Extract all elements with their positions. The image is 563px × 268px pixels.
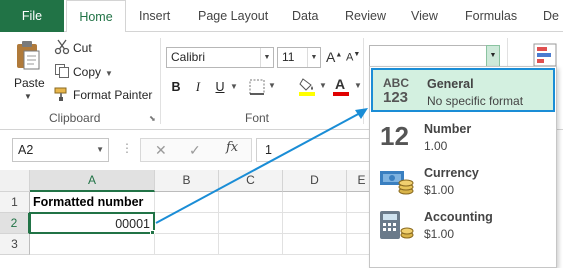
tab-page-layout[interactable]: Page Layout [198,0,268,32]
format-option-name: Accounting [424,210,493,224]
number-format-box[interactable] [369,45,499,68]
paste-dropdown-icon[interactable]: ▼ [24,92,32,101]
format-option-sample: $1.00 [424,183,455,197]
tab-developer[interactable]: De [543,0,559,32]
format-painter-label: Format Painter [73,88,153,102]
formula-input[interactable]: 1 [256,138,371,162]
name-box[interactable]: A2 ▼ [12,138,109,162]
cell-d3[interactable] [283,234,347,255]
cut-label: Cut [73,41,92,55]
copy-button[interactable]: Copy ▼ [54,63,113,81]
enter-icon[interactable]: ✓ [189,139,201,161]
column-header-a[interactable]: A [30,170,155,192]
format-option-sample: No specific format [427,94,524,108]
tab-review[interactable]: Review [345,0,386,32]
font-color-dropdown-icon[interactable]: ▼ [354,81,362,90]
bold-button[interactable]: B [168,77,184,97]
format-option-name: Currency [424,166,479,180]
format-option-sample: 1.00 [424,139,448,153]
cell-a2[interactable]: 00001 [29,212,155,234]
grow-font-button[interactable]: A▲ [326,49,342,65]
column-header-c[interactable]: C [219,170,283,192]
row-header-3[interactable]: 3 [0,234,30,255]
italic-button[interactable]: I [190,77,206,97]
format-option-general[interactable]: ABC 123 General No specific format [371,68,555,112]
underline-dropdown-icon[interactable]: ▼ [229,77,239,97]
borders-dropdown-icon[interactable]: ▼ [268,81,276,90]
group-divider [160,38,161,124]
cell-b3[interactable] [155,234,219,255]
cut-button[interactable]: Cut [54,39,92,57]
cell-c1[interactable] [219,192,283,213]
cancel-icon[interactable]: ✕ [155,139,167,161]
font-color-bar [333,92,349,96]
copy-icon [55,64,69,78]
format-painter-button[interactable]: Format Painter [54,86,152,104]
insert-function-icon[interactable]: fx [226,140,238,155]
general-icon: ABC 123 [383,76,409,106]
shrink-font-button[interactable]: A▼ [346,51,360,64]
cell-d2[interactable] [283,213,347,234]
tab-file[interactable]: File [0,0,64,32]
font-name-dropdown-icon[interactable]: ▼ [260,48,273,67]
name-box-value: A2 [18,143,34,157]
format-option-name: Number [424,122,472,136]
accounting-icon [380,211,414,239]
font-color-button[interactable]: A ▼ [333,76,365,98]
font-group-label: Font [245,111,270,125]
font-size-value: 11 [282,50,295,64]
copy-dropdown-icon[interactable]: ▼ [105,69,113,78]
scissors-icon [54,39,70,55]
number-format-dropdown-icon[interactable]: ▼ [486,45,500,67]
cell-b1[interactable] [155,192,219,213]
fill-color-dropdown-icon[interactable]: ▼ [319,81,327,90]
number-icon: 12 [380,121,409,151]
cell-c2[interactable] [219,213,283,234]
format-option-name: General [427,77,474,91]
paste-button[interactable]: Paste [14,76,45,90]
underline-button[interactable]: U [212,77,228,97]
tab-view[interactable]: View [411,0,438,32]
name-box-dropdown-icon[interactable]: ▼ [96,139,104,161]
paste-icon[interactable] [15,40,41,70]
cell-b2[interactable] [155,213,219,234]
tab-home[interactable]: Home [66,0,126,33]
clipboard-launcher-icon[interactable]: ⬊ [149,114,156,123]
paint-bucket-icon [299,78,315,96]
paintbrush-icon [54,87,67,101]
column-header-d[interactable]: D [283,170,347,192]
number-format-dropdown: ABC 123 General No specific format 12 Nu… [369,66,557,268]
format-option-number[interactable]: 12 Number 1.00 [370,115,556,159]
font-name-value: Calibri [171,50,206,64]
row-header-2[interactable]: 2 [0,213,30,234]
cell-c3[interactable] [219,234,283,255]
row-header-1[interactable]: 1 [0,192,30,213]
format-option-accounting[interactable]: Accounting $1.00 [370,203,556,247]
format-option-currency[interactable]: Currency $1.00 [370,159,556,203]
group-divider [363,38,364,124]
currency-icon [380,171,414,195]
select-all-corner[interactable] [0,170,30,192]
tab-formulas[interactable]: Formulas [465,0,517,32]
font-size-box[interactable]: 11 ▼ [277,47,321,68]
column-header-b[interactable]: B [155,170,219,192]
clipboard-group-label: Clipboard [49,111,101,125]
font-color-letter: A [335,76,346,92]
ribbon-tab-bar: File Home Insert Page Layout Data Review… [0,0,563,33]
borders-icon [249,79,265,95]
formula-bar-grip-icon[interactable]: ⋮ [121,141,133,155]
borders-button[interactable]: ▼ [246,76,292,98]
tab-insert[interactable]: Insert [139,0,170,32]
copy-label: Copy [73,65,102,79]
cell-d1[interactable] [283,192,347,213]
format-option-sample: $1.00 [424,227,455,241]
tab-data[interactable]: Data [292,0,318,32]
font-size-dropdown-icon[interactable]: ▼ [307,48,320,67]
cell-a3[interactable] [30,234,155,255]
cell-a1[interactable]: Formatted number [30,192,155,213]
grow-font-label: A [326,49,336,65]
font-name-box[interactable]: Calibri ▼ [166,47,274,68]
fill-color-button[interactable]: ▼ [299,76,329,98]
